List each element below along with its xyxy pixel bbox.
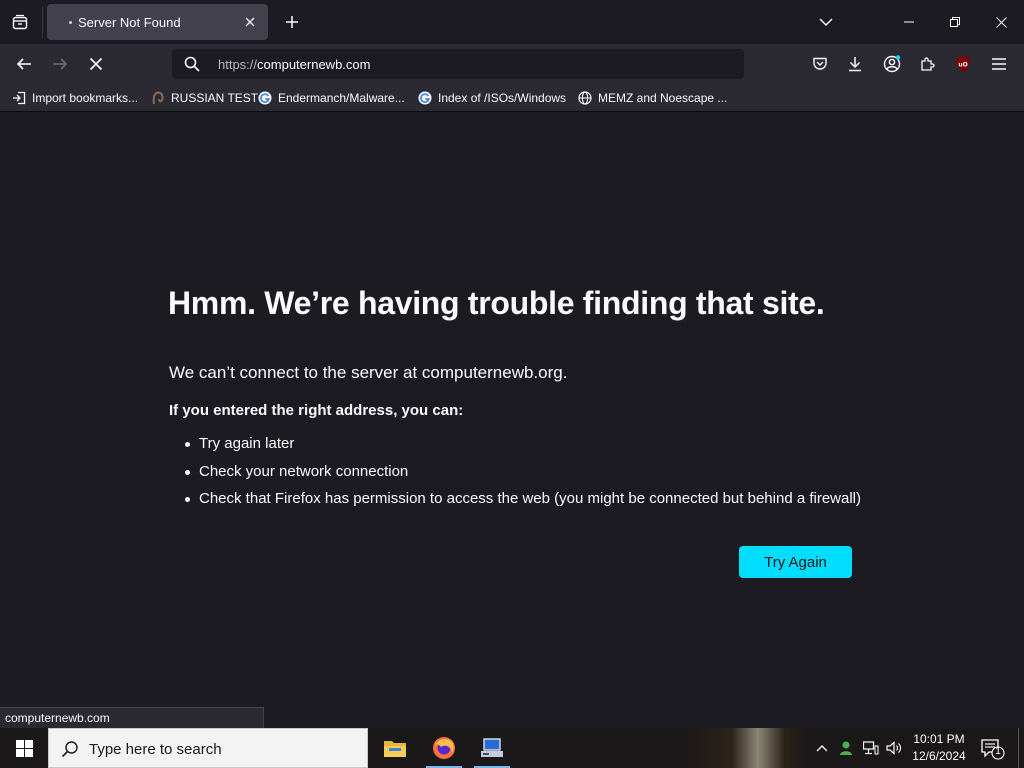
taskbar-clock[interactable]: 10:01 PM 12/6/2024 <box>904 731 974 765</box>
extensions-button[interactable] <box>916 52 940 76</box>
hamburger-menu-icon <box>992 58 1006 70</box>
arrow-left-icon <box>16 58 31 70</box>
close-icon <box>995 16 1007 28</box>
error-suggestions-list: Try again later Check your network conne… <box>185 435 861 518</box>
taskbar-search-box[interactable]: Type here to search <box>48 728 368 768</box>
clock-time: 10:01 PM <box>913 732 965 746</box>
url-host: computernewb.com <box>257 57 371 72</box>
bookmark-label: Endermanch/Malware... <box>278 91 405 105</box>
loading-dot-icon <box>69 21 72 24</box>
tray-overflow-button[interactable] <box>812 738 832 758</box>
account-button[interactable] <box>880 52 904 76</box>
network-icon <box>863 741 879 755</box>
speaker-icon <box>886 741 901 755</box>
show-desktop-button[interactable] <box>1018 728 1024 768</box>
taskbar-wallpaper-bleed <box>680 728 810 768</box>
link-status-panel: computernewb.com <box>0 707 264 728</box>
forward-button[interactable] <box>46 50 74 78</box>
tray-volume-button[interactable] <box>884 738 904 758</box>
windows-taskbar: Type here to search 10:01 PM 12/6/2024 1 <box>0 728 1024 768</box>
puzzle-icon <box>921 57 935 71</box>
stop-loading-button[interactable] <box>82 50 110 78</box>
bookmark-russian-test[interactable]: RUSSIAN TEST <box>150 89 258 107</box>
import-icon <box>11 90 27 106</box>
downloads-button[interactable] <box>843 52 867 76</box>
account-icon <box>883 55 901 73</box>
list-item: Check that Firefox has permission to acc… <box>185 490 861 518</box>
arrow-right-icon <box>53 58 68 70</box>
restore-icon <box>950 17 960 27</box>
minimize-icon <box>904 21 914 23</box>
globe-icon <box>577 90 593 106</box>
windows-logo-icon <box>15 739 33 757</box>
tab-close-button[interactable] <box>240 12 260 32</box>
error-suggestions-heading: If you entered the right address, you ca… <box>169 402 464 419</box>
bookmark-label: Import bookmarks... <box>32 91 139 105</box>
tray-network-button[interactable] <box>861 738 881 758</box>
tab-strip: Server Not Found <box>0 0 1024 44</box>
page-content: Hmm. We’re having trouble finding that s… <box>0 113 1024 728</box>
user-icon <box>840 741 852 755</box>
tabs-overflow-button[interactable] <box>812 8 840 36</box>
close-icon <box>89 57 103 71</box>
tab-active[interactable]: Server Not Found <box>47 4 268 40</box>
ublock-shield-icon: uO <box>956 56 970 72</box>
clock-date: 12/6/2024 <box>912 749 966 763</box>
action-center-button[interactable]: 1 <box>978 737 1006 761</box>
chevron-up-icon <box>816 745 828 752</box>
error-title: Hmm. We’re having trouble finding that s… <box>168 285 825 321</box>
bookmark-memz[interactable]: MEMZ and Noescape ... <box>577 89 727 107</box>
bookmark-isos-windows[interactable]: Index of /ISOs/Windows <box>417 89 566 107</box>
close-icon <box>245 17 255 27</box>
search-icon <box>184 56 200 72</box>
tray-user-button[interactable] <box>837 738 857 758</box>
tab-divider <box>42 6 43 38</box>
window-close-button[interactable] <box>978 0 1024 44</box>
taskbar-file-explorer[interactable] <box>371 728 419 768</box>
site-favicon <box>150 90 166 106</box>
bookmarks-toolbar: Import bookmarks... RUSSIAN TEST Enderma… <box>0 84 1024 112</box>
tab-manager-icon <box>12 14 28 30</box>
list-item: Try again later <box>185 435 861 463</box>
taskbar-search-placeholder: Type here to search <box>89 741 222 758</box>
back-button[interactable] <box>10 50 38 78</box>
try-again-button[interactable]: Try Again <box>739 546 852 578</box>
start-button[interactable] <box>0 728 48 768</box>
tab-title: Server Not Found <box>78 15 181 30</box>
notification-count: 1 <box>995 746 1001 757</box>
app-menu-button[interactable] <box>987 52 1011 76</box>
taskbar-firefox[interactable] <box>420 728 468 768</box>
navigation-toolbar: https://computernewb.com uO <box>0 44 1024 84</box>
file-explorer-icon <box>384 741 406 757</box>
bookmark-endermanch[interactable]: Endermanch/Malware... <box>257 89 405 107</box>
taskbar-network-app[interactable] <box>468 728 516 768</box>
error-description: We can’t connect to the server at comput… <box>169 363 568 382</box>
ublock-origin-button[interactable]: uO <box>951 52 975 76</box>
svg-text:uO: uO <box>958 62 967 69</box>
network-app-icon <box>481 738 503 757</box>
url-scheme: https:// <box>218 57 258 72</box>
window-restore-button[interactable] <box>932 0 978 44</box>
pocket-button[interactable] <box>808 52 832 76</box>
list-all-tabs-button[interactable] <box>6 8 34 36</box>
address-bar[interactable]: https://computernewb.com <box>172 49 744 79</box>
google-g-icon <box>417 90 433 106</box>
bookmark-label: Index of /ISOs/Windows <box>438 91 567 105</box>
search-icon <box>61 741 78 758</box>
window-minimize-button[interactable] <box>886 0 932 44</box>
download-icon <box>849 57 861 72</box>
bookmark-label: MEMZ and Noescape ... <box>598 91 728 105</box>
bookmark-import[interactable]: Import bookmarks... <box>11 89 138 107</box>
list-item: Check your network connection <box>185 463 861 491</box>
url-text[interactable]: https://computernewb.com <box>218 57 370 72</box>
bookmark-label: RUSSIAN TEST <box>171 91 259 105</box>
plus-icon <box>286 16 298 28</box>
pocket-icon <box>813 57 827 70</box>
firefox-icon <box>433 737 455 759</box>
chevron-down-icon <box>819 18 833 27</box>
google-g-icon <box>257 90 273 106</box>
new-tab-button[interactable] <box>278 8 306 36</box>
